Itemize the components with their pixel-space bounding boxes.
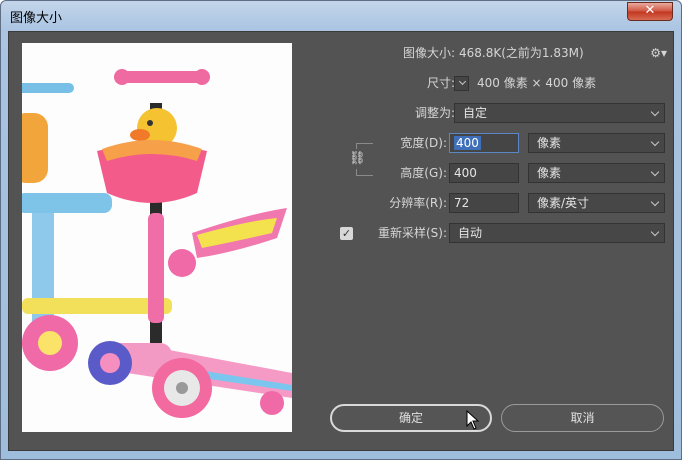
- resample-label: 重新采样(S):: [377, 226, 447, 240]
- chevron-down-icon: [650, 167, 660, 177]
- resolution-value: 72: [454, 196, 470, 210]
- chevron-down-icon: [650, 227, 660, 237]
- dialog-body: 图像大小: 468.8K(之前为1.83M) ⚙▾ 尺寸: 400 像素 × 4…: [8, 31, 674, 451]
- resample-checkbox[interactable]: ✓: [340, 227, 353, 240]
- image-size-value: 468.8K(之前为1.83M): [459, 46, 584, 60]
- cancel-button[interactable]: 取消: [501, 404, 664, 432]
- fit-to-value: 自定: [463, 106, 488, 120]
- fit-to-row: 调整为: 自定: [309, 103, 667, 123]
- width-input[interactable]: 400: [449, 133, 519, 153]
- scooter-image: [22, 43, 292, 432]
- fit-to-label: 调整为:: [414, 106, 455, 120]
- ok-label: 确定: [398, 411, 423, 425]
- chevron-down-icon: [458, 77, 467, 86]
- window-title: 图像大小: [10, 11, 63, 26]
- resolution-unit-value: 像素/英寸: [537, 196, 590, 210]
- height-value: 400: [454, 166, 477, 180]
- width-unit-value: 像素: [537, 136, 562, 150]
- height-label: 高度(G):: [400, 166, 447, 180]
- mouse-cursor-icon: [466, 410, 480, 430]
- chevron-down-icon: [650, 197, 660, 207]
- gear-icon[interactable]: ⚙▾: [650, 43, 667, 63]
- height-row: 高度(G): 400 像素: [309, 163, 667, 183]
- resolution-label: 分辨率(R):: [389, 196, 447, 210]
- image-size-dialog: 图像大小 ✕ 图像大小: 468.8K(之前为1.83M) ⚙▾ 尺寸: 400…: [0, 0, 682, 460]
- cancel-label: 取消: [570, 411, 595, 425]
- width-value: 400: [454, 136, 481, 150]
- resample-row: ✓ 重新采样(S): 自动: [309, 223, 667, 243]
- dimensions-unit-dropdown[interactable]: [454, 76, 469, 91]
- image-size-row: 图像大小: 468.8K(之前为1.83M) ⚙▾: [309, 43, 667, 63]
- dimensions-row: 尺寸: 400 像素 × 400 像素: [309, 73, 667, 93]
- height-unit-value: 像素: [537, 166, 562, 180]
- dimensions-value: 400 像素 × 400 像素: [477, 76, 597, 90]
- resolution-input[interactable]: 72: [449, 193, 519, 213]
- width-row: 宽度(D): 400 像素: [309, 133, 667, 153]
- chevron-down-icon: [650, 107, 660, 117]
- title-bar[interactable]: 图像大小 ✕: [1, 1, 681, 31]
- close-button[interactable]: ✕: [627, 2, 673, 21]
- resample-select[interactable]: 自动: [449, 223, 665, 243]
- image-size-label: 图像大小:: [402, 46, 455, 60]
- resample-value: 自动: [458, 226, 483, 240]
- fit-to-select[interactable]: 自定: [454, 103, 665, 123]
- width-unit-select[interactable]: 像素: [528, 133, 665, 153]
- width-label: 宽度(D):: [400, 136, 447, 150]
- resolution-row: 分辨率(R): 72 像素/英寸: [309, 193, 667, 213]
- height-input[interactable]: 400: [449, 163, 519, 183]
- resolution-unit-select[interactable]: 像素/英寸: [528, 193, 665, 213]
- dimensions-label: 尺寸:: [426, 76, 455, 90]
- close-icon: ✕: [644, 3, 656, 18]
- chevron-down-icon: [650, 137, 660, 147]
- image-preview[interactable]: [22, 43, 292, 432]
- height-unit-select[interactable]: 像素: [528, 163, 665, 183]
